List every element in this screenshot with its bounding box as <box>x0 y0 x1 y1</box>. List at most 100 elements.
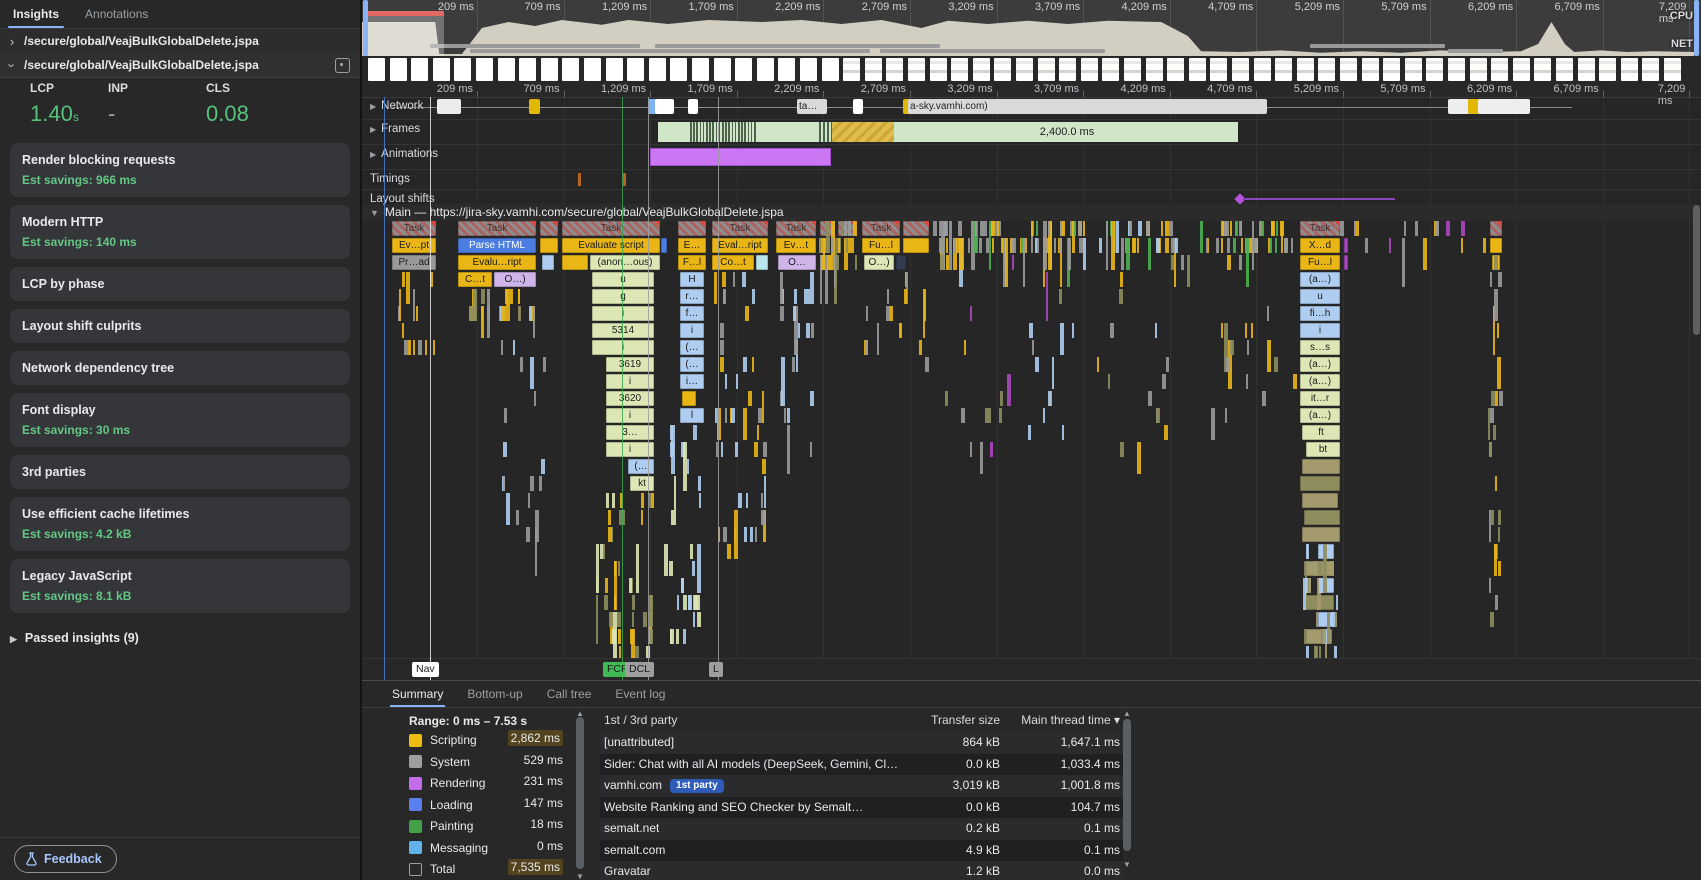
flame-block[interactable] <box>756 255 768 270</box>
screenshot-frame[interactable] <box>1016 58 1033 81</box>
network-request[interactable]: ta… <box>797 99 827 114</box>
scroll-down-icon[interactable]: ▼ <box>1122 860 1132 869</box>
screenshot-frame[interactable] <box>562 58 579 81</box>
flame-block[interactable] <box>562 255 588 270</box>
screenshot-frame[interactable] <box>627 58 644 81</box>
tab-insights[interactable]: Insights <box>0 0 72 28</box>
flame-block[interactable] <box>542 255 554 270</box>
flame-block[interactable]: 5314 <box>592 323 654 338</box>
flame-block[interactable]: Evaluate script <box>562 238 660 253</box>
screenshot-frame[interactable] <box>1405 58 1422 81</box>
task-block[interactable]: Task <box>712 221 768 236</box>
flame-block[interactable]: F…l <box>678 255 706 270</box>
screenshot-frame[interactable] <box>606 58 623 81</box>
screenshot-frame[interactable] <box>1102 58 1119 81</box>
table-row[interactable]: semalt.com4.9 kB0.1 ms <box>600 840 1123 863</box>
insight-card[interactable]: Network dependency tree <box>10 351 350 385</box>
screenshot-frame[interactable] <box>1578 58 1595 81</box>
flame-block[interactable] <box>896 255 906 270</box>
flame-block[interactable]: 3… <box>606 425 654 440</box>
flame-block[interactable] <box>903 238 929 253</box>
flame-block[interactable]: (… <box>680 357 704 372</box>
flame-block[interactable]: i <box>1300 323 1340 338</box>
flame-block[interactable] <box>1344 255 1348 270</box>
flame-block[interactable]: bt <box>1306 442 1340 457</box>
insight-card[interactable]: 3rd parties <box>10 455 350 489</box>
scrollbar-thumb[interactable] <box>576 717 584 869</box>
animation-bar[interactable] <box>650 148 831 166</box>
screenshot-frame[interactable] <box>411 58 428 81</box>
flame-block[interactable]: H <box>680 272 704 287</box>
screenshot-frame[interactable] <box>1470 58 1487 81</box>
insight-card[interactable]: LCP by phase <box>10 267 350 301</box>
flame-block[interactable]: 3619 <box>606 357 654 372</box>
flame-block[interactable]: s…s <box>1300 340 1340 355</box>
screenshot-frame[interactable] <box>1254 58 1271 81</box>
flame-block[interactable]: Evalu…ript <box>458 255 536 270</box>
network-request[interactable] <box>1478 99 1530 114</box>
flame-block[interactable]: (a…) <box>1300 357 1340 372</box>
task-block[interactable]: Task <box>1300 221 1340 236</box>
scrollbar-thumb[interactable] <box>1123 719 1131 851</box>
flame-block[interactable] <box>1344 238 1348 253</box>
scrollbar-thumb[interactable] <box>1693 205 1700 335</box>
screenshot-frame[interactable] <box>1167 58 1184 81</box>
flame-block[interactable]: C…t <box>458 272 492 287</box>
flame-block[interactable]: kt <box>630 476 654 491</box>
flame-block[interactable]: i <box>606 374 654 389</box>
screenshot-frame[interactable] <box>1621 58 1638 81</box>
screenshot-frame[interactable] <box>1059 58 1076 81</box>
flame-block[interactable]: Parse HTML <box>458 238 536 253</box>
feedback-button[interactable]: Feedback <box>14 845 117 873</box>
network-request[interactable]: a-sky.vamhi.com) <box>908 99 1267 114</box>
flame-block[interactable]: fi…h <box>1300 306 1340 321</box>
screenshot-frame[interactable] <box>886 58 903 81</box>
flame-block[interactable]: (a…) <box>1300 374 1340 389</box>
network-request[interactable] <box>1448 99 1470 114</box>
screenshot-frame[interactable] <box>1664 58 1681 81</box>
screenshot-frame[interactable] <box>714 58 731 81</box>
screenshot-frame[interactable] <box>1513 58 1530 81</box>
screenshot-frame[interactable] <box>476 58 493 81</box>
screenshot-frame[interactable] <box>1189 58 1206 81</box>
screenshot-frame[interactable] <box>498 58 515 81</box>
screenshot-frame[interactable] <box>865 58 882 81</box>
flame-block[interactable] <box>1302 527 1340 542</box>
screenshot-frame[interactable] <box>649 58 666 81</box>
insight-url-row[interactable]: ›/secure/global/VeajBulkGlobalDelete.jsp… <box>0 29 360 54</box>
table-scrollbar[interactable]: ▲▼ <box>1122 709 1132 869</box>
screenshot-frame[interactable] <box>541 58 558 81</box>
flame-block[interactable]: u <box>1300 289 1340 304</box>
screenshot-frame[interactable] <box>1081 58 1098 81</box>
network-request[interactable] <box>688 99 698 114</box>
table-row[interactable]: Sider: Chat with all AI models (DeepSeek… <box>600 754 1123 777</box>
screenshot-frame[interactable] <box>1275 58 1292 81</box>
screenshot-frame[interactable] <box>908 58 925 81</box>
task-block[interactable]: Task <box>562 221 660 236</box>
insight-card[interactable]: Font displayEst savings: 30 ms <box>10 393 350 447</box>
flame-block[interactable]: i <box>592 340 654 355</box>
flame-block[interactable] <box>1490 238 1502 253</box>
insight-card[interactable]: Legacy JavaScriptEst savings: 8.1 kB <box>10 559 350 613</box>
task-block[interactable] <box>678 221 706 236</box>
flame-block[interactable]: Fu…l <box>862 238 900 253</box>
screenshot-frame[interactable] <box>1146 58 1163 81</box>
screenshot-frame[interactable] <box>1124 58 1141 81</box>
flame-block[interactable]: i <box>592 306 654 321</box>
flame-block[interactable]: X…d <box>1300 238 1340 253</box>
network-request[interactable] <box>660 99 674 114</box>
flame-block[interactable]: Eval…ript <box>712 238 768 253</box>
task-block[interactable]: Task <box>776 221 816 236</box>
flame-block[interactable]: ft <box>1302 425 1340 440</box>
screenshot-frame[interactable] <box>1210 58 1227 81</box>
screenshot-frame[interactable] <box>519 58 536 81</box>
flame-block[interactable]: E… <box>678 238 706 253</box>
screenshot-frame[interactable] <box>1426 58 1443 81</box>
flame-block[interactable] <box>1300 476 1340 491</box>
track-network[interactable]: ▶Networkta…a-sky.vamhi.com) <box>362 97 1701 120</box>
flame-scrollbar[interactable] <box>1693 97 1700 657</box>
screenshot-frame[interactable] <box>670 58 687 81</box>
insight-card[interactable]: Modern HTTPEst savings: 140 ms <box>10 205 350 259</box>
screenshot-frame[interactable] <box>390 58 407 81</box>
drawer-tab-summary[interactable]: Summary <box>380 681 455 707</box>
